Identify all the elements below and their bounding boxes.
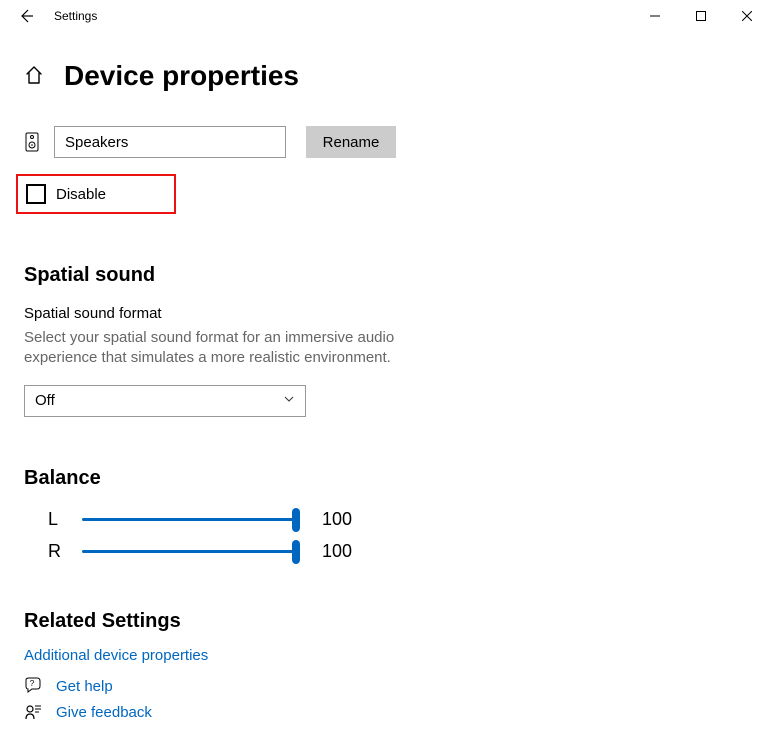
device-name-input[interactable] — [54, 126, 286, 158]
balance-left-slider[interactable] — [82, 508, 296, 532]
give-feedback-link[interactable]: Give feedback — [56, 704, 152, 721]
spatial-sound-description: Select your spatial sound format for an … — [24, 328, 464, 369]
balance-heading: Balance — [24, 467, 746, 490]
spatial-sound-label: Spatial sound format — [24, 305, 746, 322]
spatial-sound-dropdown[interactable]: Off — [24, 385, 306, 417]
additional-properties-link[interactable]: Additional device properties — [24, 647, 208, 664]
feedback-icon — [24, 703, 42, 721]
home-icon[interactable] — [24, 65, 46, 87]
slider-thumb[interactable] — [292, 508, 300, 532]
get-help-link[interactable]: Get help — [56, 678, 113, 695]
disable-label: Disable — [56, 186, 106, 203]
balance-right-slider[interactable] — [82, 540, 296, 564]
related-settings-heading: Related Settings — [24, 610, 746, 633]
svg-text:?: ? — [30, 679, 35, 688]
spatial-sound-heading: Spatial sound — [24, 264, 746, 287]
back-button[interactable] — [18, 8, 34, 24]
chevron-down-icon — [283, 392, 295, 409]
titlebar: Settings — [0, 0, 770, 32]
balance-left-value: 100 — [322, 509, 352, 530]
close-button[interactable] — [724, 0, 770, 32]
disable-checkbox-container[interactable]: Disable — [16, 174, 176, 214]
minimize-button[interactable] — [632, 0, 678, 32]
speaker-icon — [24, 131, 40, 153]
disable-checkbox[interactable] — [26, 184, 46, 204]
window-title: Settings — [54, 9, 97, 23]
help-icon: ? — [24, 677, 42, 695]
balance-left-label: L — [48, 509, 62, 530]
window-controls — [632, 0, 770, 32]
spatial-sound-value: Off — [35, 392, 55, 409]
maximize-button[interactable] — [678, 0, 724, 32]
rename-button[interactable]: Rename — [306, 126, 396, 158]
slider-thumb[interactable] — [292, 540, 300, 564]
page-title: Device properties — [64, 60, 299, 92]
balance-right-value: 100 — [322, 541, 352, 562]
balance-right-label: R — [48, 541, 62, 562]
